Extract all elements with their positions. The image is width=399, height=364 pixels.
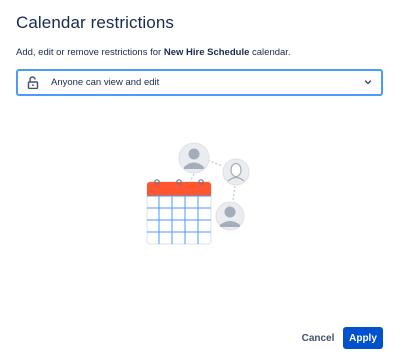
user-avatar-2 (222, 158, 250, 186)
chevron-down-icon (364, 80, 372, 85)
calendar-restrictions-dialog: Calendar restrictions Add, edit or remov… (0, 0, 399, 364)
restriction-select-value: Anyone can view and edit (51, 77, 160, 88)
user-avatar-3 (215, 201, 245, 231)
dialog-title: Calendar restrictions (16, 13, 174, 32)
unlock-icon (26, 76, 40, 90)
cancel-button[interactable]: Cancel (296, 327, 340, 349)
user-avatar-1 (178, 142, 210, 174)
description-prefix: Add, edit or remove restrictions for (16, 47, 164, 58)
apply-button[interactable]: Apply (343, 327, 383, 349)
description-suffix: calendar. (249, 47, 291, 58)
calendar-name: New Hire Schedule (163, 47, 250, 58)
dialog-description: Add, edit or remove restrictions for New… (16, 47, 291, 58)
restriction-select[interactable]: Anyone can view and edit (16, 69, 383, 96)
calendar-icon (146, 179, 212, 245)
calendar-with-users-illustration (140, 138, 260, 248)
